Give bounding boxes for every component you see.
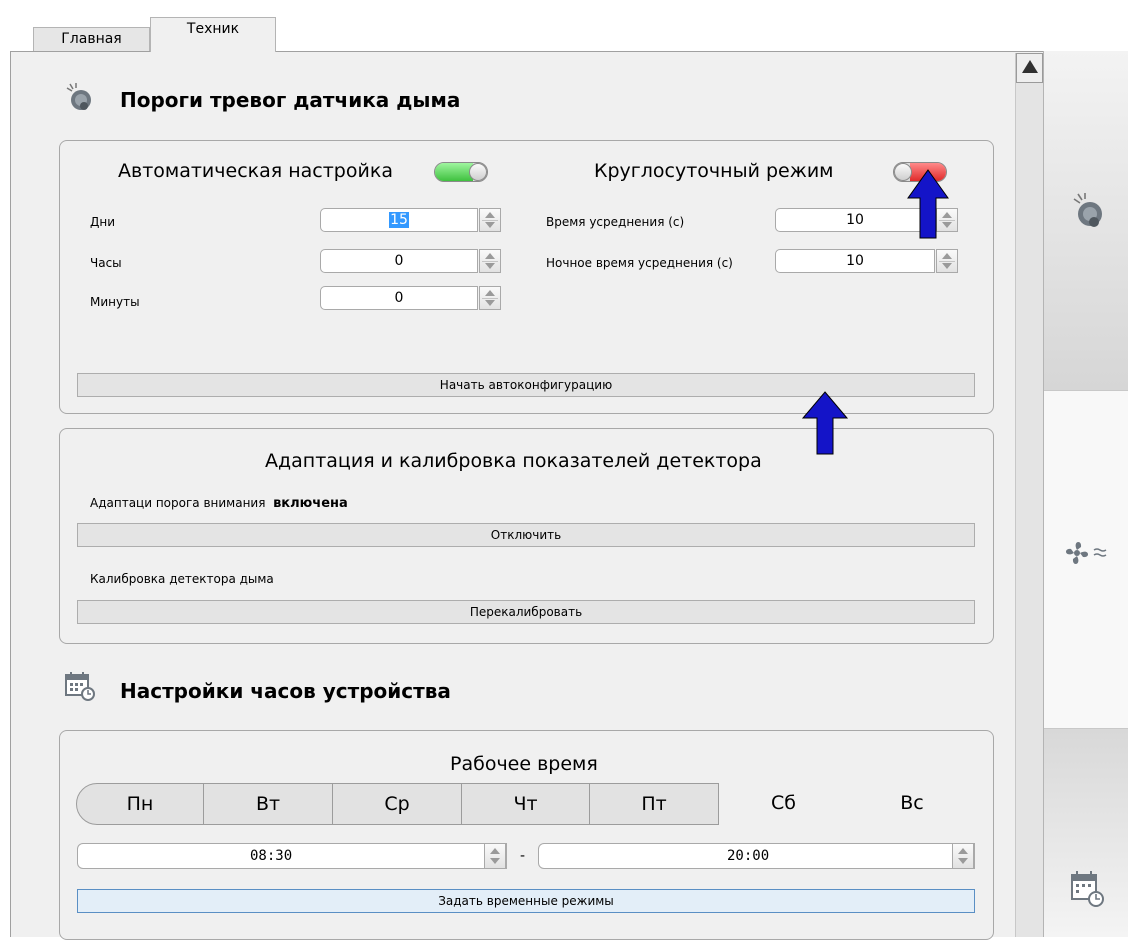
days-spinbox[interactable]: 15: [320, 208, 501, 232]
device-clock-title: Настройки часов устройства: [120, 679, 451, 703]
disable-adaptation-button[interactable]: Отключить: [77, 523, 975, 547]
end-time-field[interactable]: 20:00: [538, 843, 975, 869]
calibration-title: Адаптация и калибровка показателей детек…: [265, 450, 762, 472]
day-button-sat[interactable]: Сб: [719, 783, 848, 825]
hours-spin-arrows-icon[interactable]: [479, 249, 501, 273]
vertical-scrollbar[interactable]: [1015, 53, 1043, 937]
calendar-clock-icon: [65, 672, 95, 701]
annotation-arrow-up-icon: [907, 169, 949, 239]
minutes-spin-arrows-icon[interactable]: [479, 286, 501, 310]
auto-config-label: Автоматическая настройка: [118, 160, 393, 182]
hours-label: Часы: [90, 256, 122, 270]
day-button-tue[interactable]: Вт: [204, 783, 333, 825]
sidebar-item-clock[interactable]: [1044, 729, 1128, 937]
start-time-field[interactable]: 08:30: [77, 843, 507, 869]
day-button-fri[interactable]: Пт: [590, 783, 719, 825]
night-avg-time-spinbox[interactable]: 10: [775, 249, 958, 273]
hours-value: 0: [394, 253, 404, 269]
time-separator: -: [520, 848, 526, 864]
recalibrate-button[interactable]: Перекалибровать: [77, 600, 975, 624]
hours-spinbox[interactable]: 0: [320, 249, 501, 273]
smoke-thresholds-title: Пороги тревог датчика дыма: [120, 88, 461, 112]
night-avg-time-value: 10: [846, 253, 864, 269]
roundclock-label: Круглосуточный режим: [594, 160, 834, 182]
sidebar-item-ventilation[interactable]: [1044, 391, 1128, 729]
minutes-spinbox[interactable]: 0: [320, 286, 501, 310]
annotation-arrow-up-icon: [801, 391, 849, 455]
tab-technician[interactable]: Техник: [150, 17, 276, 52]
set-time-modes-button[interactable]: Задать временные режимы: [77, 889, 975, 913]
right-sidebar: [1043, 51, 1128, 937]
auto-config-toggle[interactable]: [434, 162, 488, 182]
night-avg-time-label: Ночное время усреднения (с): [546, 256, 733, 270]
fan-airflow-icon: [1065, 541, 1107, 565]
start-time-spin-arrows-icon[interactable]: [484, 843, 506, 869]
working-time-title: Рабочее время: [450, 753, 598, 775]
day-button-sun[interactable]: Вс: [848, 783, 976, 825]
avg-time-label: Время усреднения (с): [546, 215, 685, 229]
night-avg-time-spin-arrows-icon[interactable]: [936, 249, 958, 273]
minutes-value: 0: [394, 290, 404, 306]
smoke-detector-icon: [1073, 193, 1102, 227]
smoke-detector-icon: [66, 83, 91, 110]
minutes-label: Минуты: [90, 295, 140, 309]
calendar-clock-icon: [1071, 871, 1104, 907]
day-button-wed[interactable]: Ср: [333, 783, 462, 825]
tab-main[interactable]: Главная: [33, 27, 150, 51]
days-label: Дни: [90, 215, 116, 229]
days-value: 15: [389, 212, 409, 228]
adaptation-label: Адаптаци порога внимания включена: [90, 496, 348, 511]
end-time-value: 20:00: [727, 848, 770, 864]
calibration-label: Калибровка детектора дыма: [90, 572, 274, 586]
days-spin-arrows-icon[interactable]: [479, 208, 501, 232]
day-button-thu[interactable]: Чт: [462, 783, 590, 825]
sidebar-item-smoke[interactable]: [1044, 51, 1128, 391]
scroll-up-arrow-icon[interactable]: [1016, 53, 1043, 83]
adaptation-status: включена: [273, 496, 348, 511]
start-time-value: 08:30: [250, 848, 293, 864]
day-button-mon[interactable]: Пн: [76, 783, 204, 825]
weekday-selector: Пн Вт Ср Чт Пт Сб Вс: [76, 783, 976, 825]
end-time-spin-arrows-icon[interactable]: [952, 843, 974, 869]
